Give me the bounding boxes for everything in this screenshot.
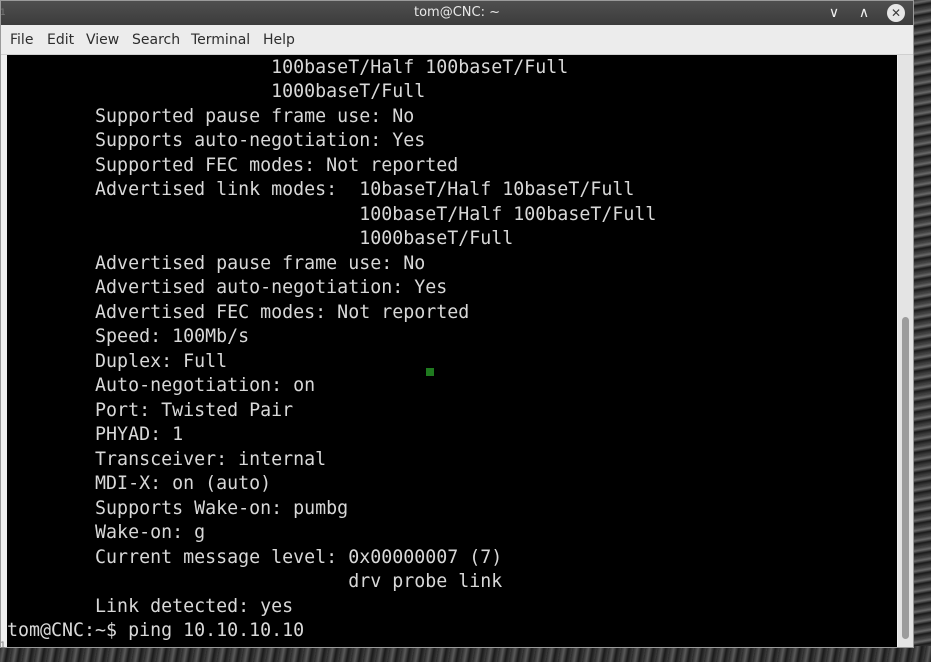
edge-mark: 1 [0,8,6,18]
terminal-line: 100baseT/Half 100baseT/Full [7,57,569,78]
terminal-line: PHYAD: 1 [7,424,184,445]
terminal-line: 100baseT/Half 100baseT/Full [7,204,657,225]
close-icon[interactable]: ✕ [887,4,905,22]
terminal-line: Supports Wake-on: pumbg [7,498,349,519]
menu-file[interactable]: File [10,32,33,48]
terminal-output[interactable]: 100baseT/Half 100baseT/Full 1000baseT/Fu… [7,55,897,647]
terminal-line: 1000baseT/Full [7,81,426,102]
terminal-line: Supported pause frame use: No [7,106,415,127]
terminal-line: Transceiver: internal [7,449,327,470]
scrollbar-thumb[interactable] [902,317,909,639]
menu-edit[interactable]: Edit [47,32,74,48]
terminal-line: Advertised pause frame use: No [7,253,426,274]
terminal-window: tom@CNC: ~ ∨ ∧ ✕ File Edit View Search T… [0,0,914,648]
desktop-background-bottom [0,646,931,662]
terminal-line: Advertised auto-negotiation: Yes [7,277,448,298]
menu-terminal[interactable]: Terminal [191,32,250,48]
terminal-line: Current message level: 0x00000007 (7) [7,547,503,568]
menu-search[interactable]: Search [132,32,180,48]
desktop-background-right [914,0,931,662]
terminal-line: Link detected: yes [7,596,294,617]
terminal-line: Supported FEC modes: Not reported [7,155,459,176]
window-title: tom@CNC: ~ [414,5,500,20]
terminal-line: 1000baseT/Full [7,228,514,249]
menu-view[interactable]: View [86,32,119,48]
terminal-line: Advertised link modes: 10baseT/Half 10ba… [7,179,635,200]
terminal-prompt-line: tom@CNC:~$ ping 10.10.10.10 [7,620,305,641]
menu-help[interactable]: Help [263,32,295,48]
terminal-line: Speed: 100Mb/s [7,326,250,347]
terminal-line: Auto-negotiation: on [7,375,316,396]
menu-bar: File Edit View Search Terminal Help [1,25,913,55]
terminal-cursor [426,368,434,376]
terminal-line: Duplex: Full [7,351,228,372]
maximize-icon[interactable]: ∧ [854,3,874,23]
terminal-line: Port: Twisted Pair [7,400,294,421]
terminal-line: MDI-X: on (auto) [7,473,272,494]
edge-mark: 1 [0,641,6,651]
terminal-line: Advertised FEC modes: Not reported [7,302,470,323]
terminal-line: Supports auto-negotiation: Yes [7,130,426,151]
minimize-icon[interactable]: ∨ [824,3,844,23]
title-bar[interactable]: tom@CNC: ~ ∨ ∧ ✕ [1,1,913,25]
terminal-line: Wake-on: g [7,522,206,543]
terminal-line: drv probe link [7,571,503,592]
vertical-scrollbar[interactable] [898,55,913,647]
